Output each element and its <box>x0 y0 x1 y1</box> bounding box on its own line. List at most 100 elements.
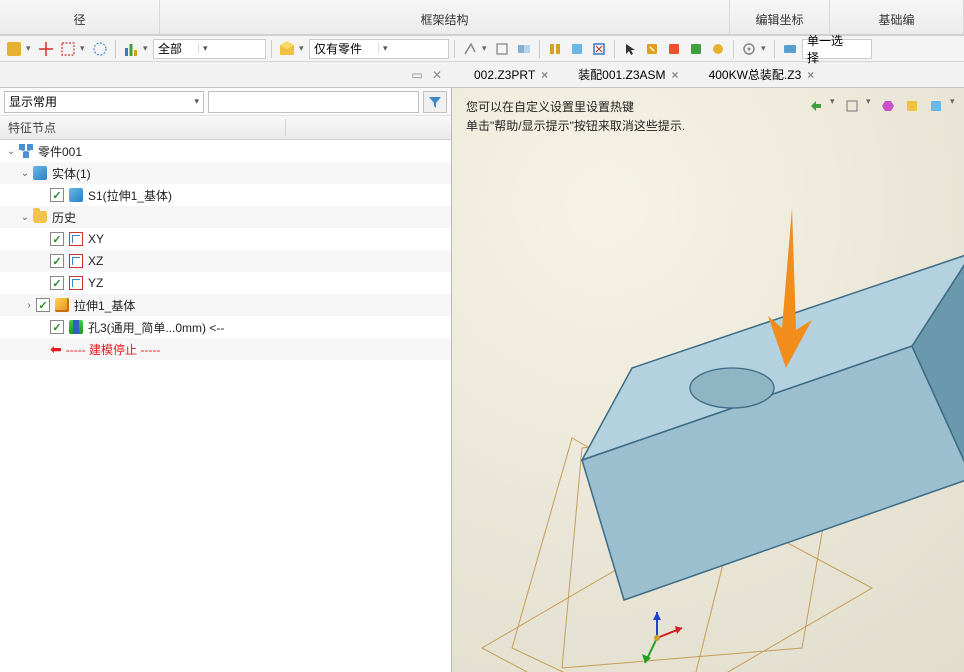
visibility-checkbox[interactable]: ✓ <box>50 232 64 246</box>
toolbar-separator <box>454 40 455 58</box>
toolbar-separator <box>271 40 272 58</box>
ribbon-label: 基础编 <box>874 9 918 32</box>
tree-node-label: S1(拉伸1_基体) <box>88 187 172 204</box>
expander-icon[interactable]: ⌄ <box>4 146 18 157</box>
tab-label: 装配001.Z3ASM <box>578 66 665 83</box>
dropdown-arrow-icon[interactable]: ▾ <box>830 96 838 116</box>
vp-icon-1[interactable] <box>806 96 826 116</box>
document-tab-3[interactable]: 400KW总装配.Z3 × <box>705 64 819 85</box>
dropdown-arrow-icon[interactable]: ▾ <box>761 43 769 54</box>
folder-icon <box>32 209 48 225</box>
expander-icon[interactable]: ⌄ <box>18 168 32 179</box>
ribbon-label: 径 <box>69 9 89 32</box>
tree-plane-yz[interactable]: ✓ YZ <box>0 272 451 294</box>
dropdown-arrow-icon[interactable]: ▾ <box>482 43 490 54</box>
package-icon[interactable] <box>277 39 297 59</box>
tree-node-label: 零件001 <box>38 143 82 160</box>
3d-viewport[interactable]: 您可以在自定义设置里设置热键 单击"帮助/显示提示"按钮来取消这些提示. ▾ ▾… <box>452 88 964 672</box>
ribbon-group-editcoord: 编辑坐标 <box>730 0 830 34</box>
tree-feature-extrude[interactable]: › ✓ 拉伸1_基体 <box>0 294 451 316</box>
dropdown-arrow-icon[interactable]: ▾ <box>950 96 958 116</box>
close-tab-icon[interactable]: × <box>807 68 814 82</box>
stop-arrow-icon: ⬅ <box>50 341 62 358</box>
funnel-icon <box>428 95 442 109</box>
solid-body-icon <box>32 165 48 181</box>
origin-gizmo <box>627 608 687 668</box>
tree-node-label: XZ <box>88 254 103 268</box>
tree-feature-hole[interactable]: ✓ 孔3(通用_简单...0mm) <-- <box>0 316 451 338</box>
visibility-checkbox[interactable]: ✓ <box>50 276 64 290</box>
vp-icon-4[interactable] <box>902 96 922 116</box>
crosshair-icon[interactable] <box>36 39 56 59</box>
tree-history-folder[interactable]: ⌄ 历史 <box>0 206 451 228</box>
ribbon-label: 框架结构 <box>416 9 472 32</box>
hole-icon <box>68 319 84 335</box>
selection-box-icon[interactable] <box>58 39 78 59</box>
tab-label: 400KW总装配.Z3 <box>709 66 802 83</box>
expander-icon[interactable]: ⌄ <box>18 212 32 223</box>
dropdown-arrow-icon[interactable]: ▾ <box>80 43 88 54</box>
tree-node-label: 拉伸1_基体 <box>74 297 135 314</box>
tool-icon-4[interactable] <box>545 39 565 59</box>
display-icon[interactable] <box>780 39 800 59</box>
new-geometry-icon[interactable] <box>4 39 24 59</box>
ribbon-group-diameter: 径 <box>0 0 160 34</box>
tree-node-label: 孔3(通用_简单...0mm) <-- <box>88 319 224 336</box>
tree-solid-folder[interactable]: ⌄ 实体(1) <box>0 162 451 184</box>
settings-icon[interactable] <box>739 39 759 59</box>
tool-icon-2[interactable] <box>492 39 512 59</box>
feature-panel: 显示常用 ▾ 特征节点 ⌄ 零件001 ⌄ 实体(1) <box>0 88 452 672</box>
document-tab-1[interactable]: 002.Z3PRT × <box>470 66 552 84</box>
dropdown-arrow-icon[interactable]: ▾ <box>26 43 34 54</box>
only-part-select[interactable]: 仅有零件 ▾ <box>309 39 449 59</box>
filter-all-select[interactable]: 全部 ▾ <box>153 39 266 59</box>
3d-model-render <box>452 88 964 672</box>
dropdown-arrow-icon[interactable]: ▾ <box>866 96 874 116</box>
dropdown-arrow-icon[interactable]: ▾ <box>143 43 151 54</box>
expander-icon[interactable]: › <box>22 300 36 311</box>
tree-root-part[interactable]: ⌄ 零件001 <box>0 140 451 162</box>
visibility-checkbox[interactable]: ✓ <box>36 298 50 312</box>
vp-icon-5[interactable] <box>926 96 946 116</box>
tree-plane-xy[interactable]: ✓ XY <box>0 228 451 250</box>
toolbar-separator <box>115 40 116 58</box>
cursor-icon[interactable] <box>620 39 640 59</box>
tree-body-s1[interactable]: ✓ S1(拉伸1_基体) <box>0 184 451 206</box>
visibility-checkbox[interactable]: ✓ <box>50 254 64 268</box>
tree-plane-xz[interactable]: ✓ XZ <box>0 250 451 272</box>
selection-circle-icon[interactable] <box>90 39 110 59</box>
indicator-arrow <box>762 208 822 368</box>
select-label: 单一选择 <box>807 32 867 66</box>
vp-icon-2[interactable] <box>842 96 862 116</box>
close-tab-icon[interactable]: × <box>672 68 679 82</box>
tool-icon-6[interactable] <box>589 39 609 59</box>
tree-node-label: YZ <box>88 276 103 290</box>
tool-icon-1[interactable] <box>460 39 480 59</box>
box-select-icon[interactable] <box>642 39 662 59</box>
minimize-panel-icon[interactable]: ▭ <box>410 65 424 85</box>
highlight-icon[interactable] <box>664 39 684 59</box>
vp-icon-3[interactable] <box>878 96 898 116</box>
close-tab-icon[interactable]: × <box>541 68 548 82</box>
tool-icon-5[interactable] <box>567 39 587 59</box>
select-mode-select[interactable]: 单一选择 <box>802 39 872 59</box>
display-mode-select[interactable]: 显示常用 ▾ <box>4 91 204 113</box>
chevron-down-icon: ▾ <box>194 96 199 107</box>
tree-modeling-stop[interactable]: ⬅ ----- 建模停止 ----- <box>0 338 451 360</box>
plane-icon <box>68 231 84 247</box>
chart-column-icon[interactable] <box>121 39 141 59</box>
tool-icon-9[interactable] <box>686 39 706 59</box>
visibility-checkbox[interactable]: ✓ <box>50 320 64 334</box>
dropdown-arrow-icon[interactable]: ▾ <box>299 43 307 54</box>
tree-node-label: 历史 <box>52 209 76 226</box>
visibility-checkbox[interactable]: ✓ <box>50 188 64 202</box>
tree-header: 特征节点 <box>0 116 451 140</box>
filter-search-input[interactable] <box>208 91 419 113</box>
tool-icon-3[interactable] <box>514 39 534 59</box>
document-tabs: 002.Z3PRT × 装配001.Z3ASM × 400KW总装配.Z3 × <box>452 64 818 85</box>
toolbar-separator <box>539 40 540 58</box>
tool-icon-10[interactable] <box>708 39 728 59</box>
filter-funnel-button[interactable] <box>423 91 447 113</box>
document-tab-2[interactable]: 装配001.Z3ASM × <box>574 64 682 85</box>
close-panel-icon[interactable]: ✕ <box>430 65 444 85</box>
